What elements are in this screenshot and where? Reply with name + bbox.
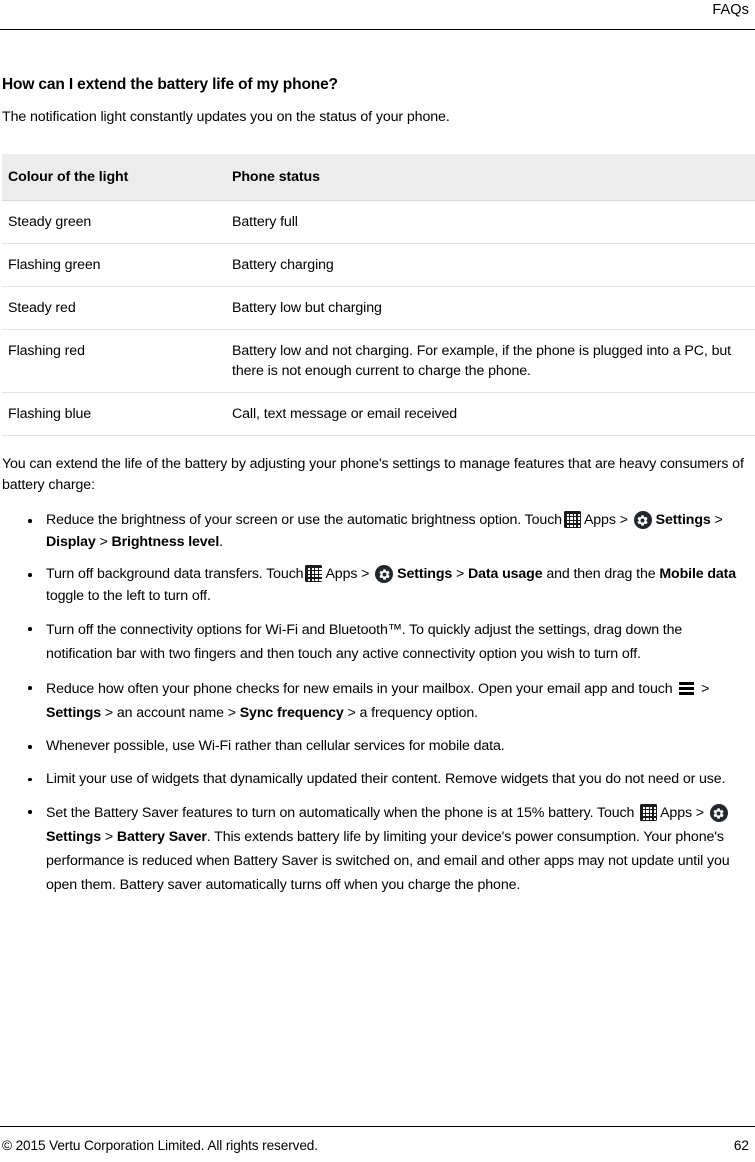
brightness-level-label: Brightness level [111, 533, 220, 550]
apps-label: Apps [660, 805, 692, 821]
column-header-status: Phone status [220, 154, 755, 201]
page-number: 62 [733, 1138, 749, 1153]
column-header-colour: Colour of the light [2, 154, 220, 201]
table-row: Flashing green Battery charging [2, 243, 755, 287]
cell-colour: Flashing green [2, 243, 220, 287]
page-header: FAQs [0, 0, 755, 40]
sync-frequency-label: Sync frequency [239, 705, 344, 721]
period: . [219, 533, 223, 550]
gear-icon [633, 511, 652, 529]
battery-saver-label: Battery Saver [116, 829, 207, 845]
separator: > [104, 705, 114, 721]
mobile-data-label: Mobile data [659, 566, 737, 582]
separator: > [227, 705, 236, 721]
hamburger-menu-icon [679, 682, 695, 695]
separator: > [347, 705, 356, 721]
page-title: How can I extend the battery life of my … [2, 76, 338, 93]
header-chapter-label: FAQs [712, 2, 749, 18]
tip-text: Reduce the brightness of your screen or … [46, 512, 562, 528]
apps-label: Apps [583, 512, 616, 528]
lead-paragraph: You can extend the life of the battery b… [2, 456, 744, 493]
apps-grid-icon [305, 565, 323, 582]
list-item: Reduce how often your phone checks for n… [2, 677, 749, 725]
separator: > [104, 829, 114, 845]
copyright-notice: © 2015 Vertu Corporation Limited. All ri… [2, 1138, 318, 1153]
table-row: Steady red Battery low but charging [2, 286, 755, 330]
separator: > [99, 533, 108, 550]
table-header-row: Colour of the light Phone status [2, 154, 755, 201]
cell-colour: Steady green [2, 200, 220, 244]
tip-text: toggle to the left to turn off. [46, 587, 211, 604]
gear-icon [709, 804, 728, 822]
page-footer: © 2015 Vertu Corporation Limited. All ri… [0, 1100, 755, 1162]
cell-status: Battery low and not charging. For exampl… [220, 329, 755, 393]
apps-grid-icon [640, 804, 658, 821]
settings-label: Settings [46, 829, 102, 845]
cell-colour: Flashing blue [2, 392, 220, 436]
separator: > [695, 805, 704, 821]
apps-grid-icon [563, 511, 581, 528]
list-item: Turn off the connectivity options for Wi… [2, 618, 749, 666]
list-item: Reduce the brightness of your screen or … [2, 510, 749, 553]
tip-text: Limit your use of widgets that dynamical… [46, 770, 726, 787]
table-body: Steady green Battery full Flashing green… [2, 200, 755, 436]
table-row: Flashing red Battery low and not chargin… [2, 329, 755, 393]
apps-label: Apps [325, 566, 358, 582]
tip-text: a frequency option. [359, 705, 479, 721]
cell-colour: Flashing red [2, 329, 220, 393]
settings-label: Settings [655, 512, 711, 528]
list-item: Limit your use of widgets that dynamical… [2, 769, 749, 791]
page-content: How can I extend the battery life of my … [0, 40, 755, 908]
account-name-label: an account name [116, 705, 224, 721]
tip-text: and then drag the [546, 566, 656, 582]
display-label: Display [46, 533, 96, 550]
gear-icon [375, 565, 394, 583]
battery-tips-list: Reduce the brightness of your screen or … [2, 510, 749, 897]
tip-text: Whenever possible, use Wi-Fi rather than… [46, 738, 505, 754]
separator: > [714, 512, 723, 528]
footer-divider [0, 1126, 755, 1127]
separator: > [701, 681, 710, 697]
separator: > [361, 566, 370, 582]
tip-text: Reduce how often your phone checks for n… [46, 681, 673, 697]
tip-text: Turn off background data transfers. Touc… [46, 566, 304, 582]
list-item: Turn off background data transfers. Touc… [2, 564, 749, 607]
separator: > [619, 512, 628, 528]
cell-status: Battery charging [220, 243, 755, 287]
cell-status: Battery full [220, 200, 755, 244]
data-usage-label: Data usage [467, 566, 543, 582]
settings-label: Settings [397, 566, 453, 582]
table-row: Flashing blue Call, text message or emai… [2, 392, 755, 436]
cell-colour: Steady red [2, 286, 220, 330]
table-header: Colour of the light Phone status [2, 154, 755, 201]
list-item: Whenever possible, use Wi-Fi rather than… [2, 736, 749, 758]
settings-label: Settings [46, 705, 102, 721]
table-row: Steady green Battery full [2, 200, 755, 244]
cell-status: Call, text message or email received [220, 392, 755, 436]
header-divider [0, 29, 755, 30]
tip-text: Turn off the connectivity options for Wi… [46, 622, 683, 662]
separator: > [455, 566, 465, 582]
cell-status: Battery low but charging [220, 286, 755, 330]
document-page: FAQs How can I extend the battery life o… [0, 0, 755, 1162]
list-item: Set the Battery Saver features to turn o… [2, 801, 749, 897]
intro-paragraph: The notification light constantly update… [2, 109, 450, 125]
tip-text: Set the Battery Saver features to turn o… [46, 805, 635, 821]
notification-light-table: Colour of the light Phone status Steady … [2, 154, 755, 436]
